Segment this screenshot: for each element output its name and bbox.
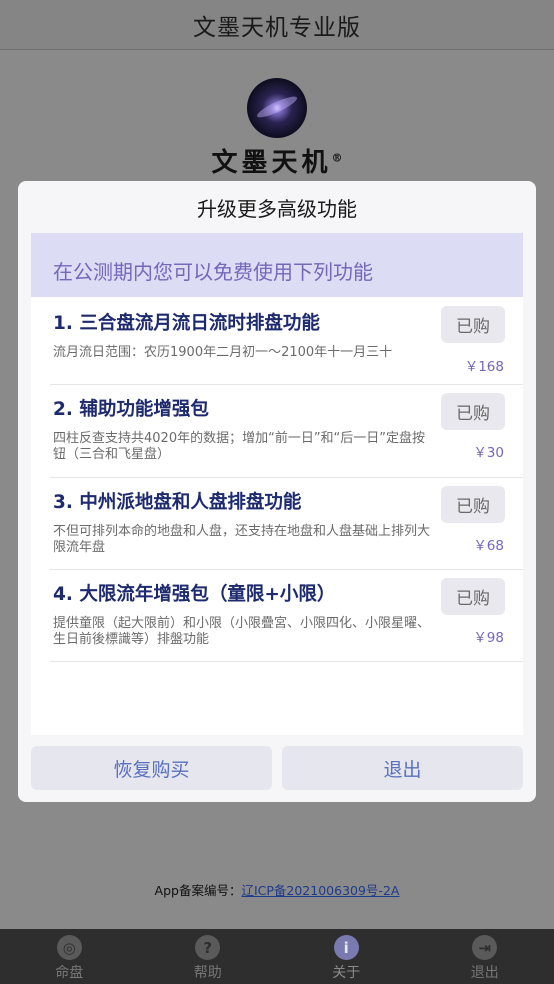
app-title: 文墨天机专业版 <box>193 14 361 41</box>
feature-item: 3. 中州派地盘和人盘排盘功能 不但可排列本命的地盘和人盘，还支持在地盘和人盘基… <box>50 478 523 570</box>
feature-price: ￥30 <box>473 445 504 461</box>
app-title-bar: 文墨天机专业版 <box>0 0 554 50</box>
purchased-button[interactable]: 已购 <box>441 306 505 343</box>
nav-label-about: 关于 <box>332 965 361 981</box>
exit-icon: ⇥ <box>472 935 498 960</box>
feature-title: 1. 三合盘流月流日流时排盘功能 <box>53 313 320 334</box>
feature-desc: 提供童限（起大限前）和小限（小限疊宮、小限四化、小限星曜、生日前後標識等）排盤功… <box>53 616 431 647</box>
purchased-button[interactable]: 已购 <box>441 393 505 430</box>
chart-icon: ◎ <box>56 935 82 960</box>
info-icon: i <box>333 935 359 960</box>
icp-label: App备案编号： <box>154 883 242 898</box>
galaxy-logo-icon <box>247 78 307 138</box>
help-icon: ? <box>195 935 221 960</box>
feature-price: ￥168 <box>464 359 504 375</box>
dialog-title: 升级更多高级功能 <box>197 196 357 221</box>
nav-item-about[interactable]: i 关于 <box>277 929 416 984</box>
app-logo: 文墨天机® <box>0 78 554 179</box>
nav-label-chart: 命盘 <box>55 965 84 981</box>
nav-item-exit[interactable]: ⇥ 退出 <box>416 929 554 984</box>
free-trial-banner: 在公测期内您可以免费使用下列功能 <box>31 233 523 297</box>
purchased-button[interactable]: 已购 <box>441 486 505 523</box>
registered-mark: ® <box>331 151 343 165</box>
feature-list: 1. 三合盘流月流日流时排盘功能 流月流日范围：农历1900年二月初一～2100… <box>31 297 523 735</box>
feature-desc: 不但可排列本命的地盘和人盘，还支持在地盘和人盘基础上排列大限流年盘 <box>53 524 431 555</box>
feature-item: 4. 大限流年增强包（童限+小限） 提供童限（起大限前）和小限（小限疊宮、小限四… <box>50 570 523 662</box>
logo-name: 文墨天机 <box>211 148 332 178</box>
feature-price: ￥68 <box>473 538 504 554</box>
purchased-button[interactable]: 已购 <box>441 578 505 615</box>
icp-link[interactable]: 辽ICP备2021006309号-2A <box>241 883 399 898</box>
feature-price: ￥98 <box>473 630 504 646</box>
feature-desc: 流月流日范围：农历1900年二月初一～2100年十一月三十 <box>53 345 393 360</box>
feature-item: 2. 辅助功能增强包 四柱反查支持共4020年的数据；增加“前一日”和“后一日”… <box>50 385 523 478</box>
feature-item: 1. 三合盘流月流日流时排盘功能 流月流日范围：农历1900年二月初一～2100… <box>50 297 523 385</box>
exit-dialog-button[interactable]: 退出 <box>282 746 523 790</box>
feature-title: 2. 辅助功能增强包 <box>53 399 209 420</box>
feature-title: 3. 中州派地盘和人盘排盘功能 <box>53 492 302 513</box>
bottom-nav: ◎ 命盘 ? 帮助 i 关于 ⇥ 退出 <box>0 929 554 984</box>
nav-label-help: 帮助 <box>193 965 222 981</box>
restore-purchase-button[interactable]: 恢复购买 <box>31 746 272 790</box>
nav-label-exit: 退出 <box>470 965 499 981</box>
feature-desc: 四柱反查支持共4020年的数据；增加“前一日”和“后一日”定盘按钮（三合和飞星盘… <box>53 431 426 462</box>
feature-title: 4. 大限流年增强包（童限+小限） <box>53 584 336 605</box>
logo-text: 文墨天机® <box>211 142 342 179</box>
icp-record: App备案编号：辽ICP备2021006309号-2A <box>0 880 554 899</box>
upgrade-dialog: 升级更多高级功能 在公测期内您可以免费使用下列功能 1. 三合盘流月流日流时排盘… <box>18 181 536 802</box>
nav-item-chart[interactable]: ◎ 命盘 <box>0 929 139 984</box>
nav-item-help[interactable]: ? 帮助 <box>139 929 278 984</box>
